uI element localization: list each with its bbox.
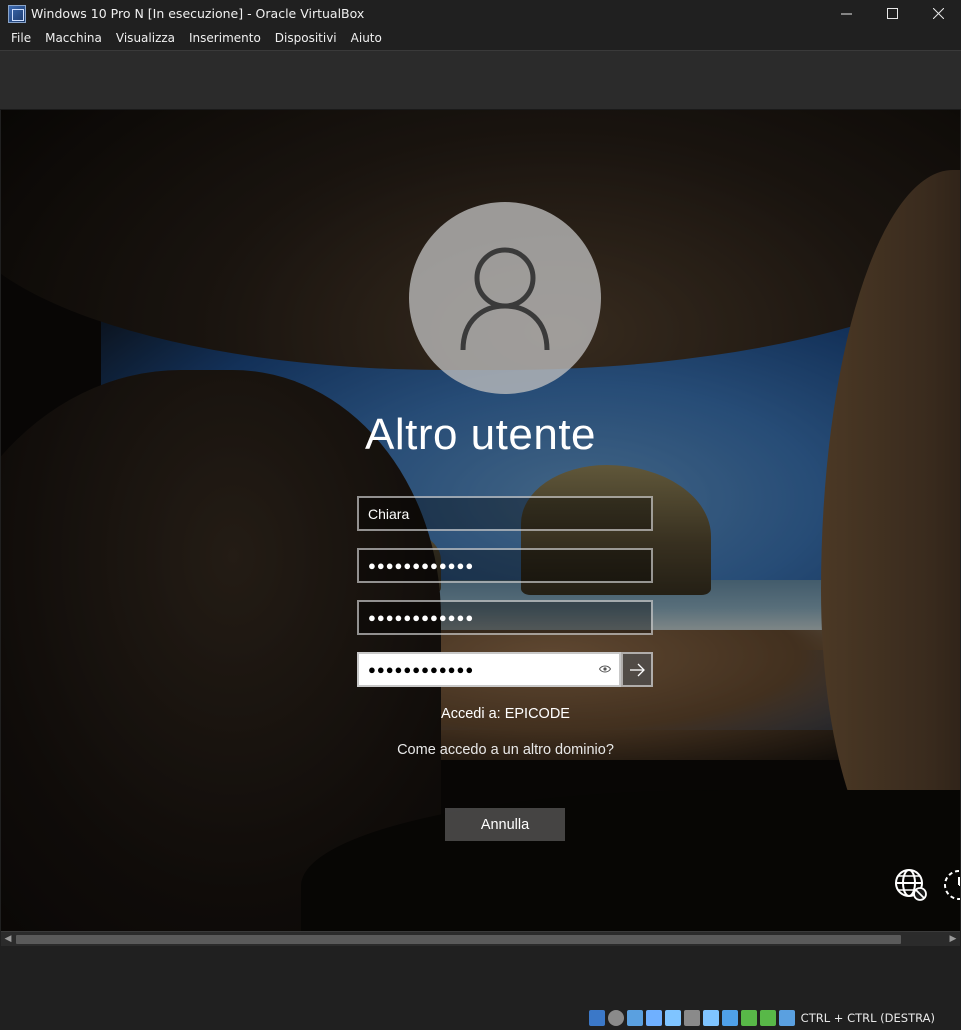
cpu-icon[interactable]: [740, 1009, 757, 1026]
user-avatar: [409, 202, 601, 394]
shared-folders-icon[interactable]: [683, 1009, 700, 1026]
menu-dispositivi[interactable]: Dispositivi: [268, 27, 344, 50]
title-bar: Windows 10 Pro N [In esecuzione] - Oracl…: [0, 0, 961, 27]
mouse-integration-icon[interactable]: [759, 1009, 776, 1026]
audio-icon[interactable]: [626, 1009, 643, 1026]
submit-button[interactable]: [621, 652, 653, 687]
display-icon[interactable]: [702, 1009, 719, 1026]
password-field-3[interactable]: ●●●●●●●●●●●●: [357, 652, 621, 687]
account-heading: Altro utente: [364, 410, 597, 459]
vm-display[interactable]: Altro utente Chiara ●●●●●●●●●●●● ●●●●●●●…: [1, 110, 960, 931]
password-dots-1: ●●●●●●●●●●●●: [368, 558, 475, 573]
toolbar-area: [0, 50, 961, 110]
usb-icon[interactable]: [664, 1009, 681, 1026]
password-field-2[interactable]: ●●●●●●●●●●●●: [357, 600, 653, 635]
close-button[interactable]: [915, 0, 961, 27]
scroll-right-icon[interactable]: ▶: [948, 934, 958, 944]
ease-of-access-icon[interactable]: [942, 868, 960, 902]
maximize-icon: [886, 8, 898, 19]
menu-aiuto[interactable]: Aiuto: [344, 27, 389, 50]
close-icon: [932, 8, 944, 19]
other-domain-link[interactable]: Come accedo a un altro dominio?: [1, 742, 960, 758]
scroll-left-icon[interactable]: ◀: [3, 934, 13, 944]
virtualbox-icon: [8, 4, 26, 23]
arrow-right-icon: [630, 663, 645, 676]
username-field[interactable]: Chiara: [357, 496, 653, 531]
status-icons: [586, 1009, 795, 1026]
password-dots-2: ●●●●●●●●●●●●: [368, 610, 475, 625]
video-capture-icon[interactable]: [721, 1009, 738, 1026]
menu-bar: File Macchina Visualizza Inserimento Dis…: [0, 27, 961, 50]
password-dots-3: ●●●●●●●●●●●●: [368, 662, 475, 677]
bottom-area: [0, 946, 961, 1005]
sign-in-domain: Accedi a: EPICODE: [441, 706, 570, 722]
optical-drive-icon[interactable]: [607, 1009, 624, 1026]
menu-macchina[interactable]: Macchina: [38, 27, 109, 50]
username-value: Chiara: [368, 505, 410, 522]
minimize-icon: [840, 13, 852, 15]
user-icon: [460, 247, 550, 351]
network-icon[interactable]: [894, 868, 928, 902]
horizontal-scrollbar[interactable]: ◀ ▶: [1, 931, 960, 946]
window-controls: [823, 0, 961, 27]
cancel-button[interactable]: Annulla: [445, 808, 565, 841]
host-key-label: CTRL + CTRL (DESTRA): [800, 1010, 935, 1025]
network-icon[interactable]: [645, 1009, 662, 1026]
menu-visualizza[interactable]: Visualizza: [109, 27, 182, 50]
minimize-button[interactable]: [823, 0, 869, 27]
hard-disk-icon[interactable]: [588, 1009, 605, 1026]
window-title: Windows 10 Pro N [In esecuzione] - Oracl…: [31, 6, 365, 21]
maximize-button[interactable]: [869, 0, 915, 27]
keyboard-icon[interactable]: [778, 1009, 795, 1026]
menu-file[interactable]: File: [4, 27, 38, 50]
status-bar: CTRL + CTRL (DESTRA): [0, 1005, 961, 1030]
reveal-password-icon[interactable]: [599, 664, 611, 674]
password-field-1[interactable]: ●●●●●●●●●●●●: [357, 548, 653, 583]
scrollbar-thumb[interactable]: [16, 935, 901, 944]
menu-inserimento[interactable]: Inserimento: [182, 27, 268, 50]
